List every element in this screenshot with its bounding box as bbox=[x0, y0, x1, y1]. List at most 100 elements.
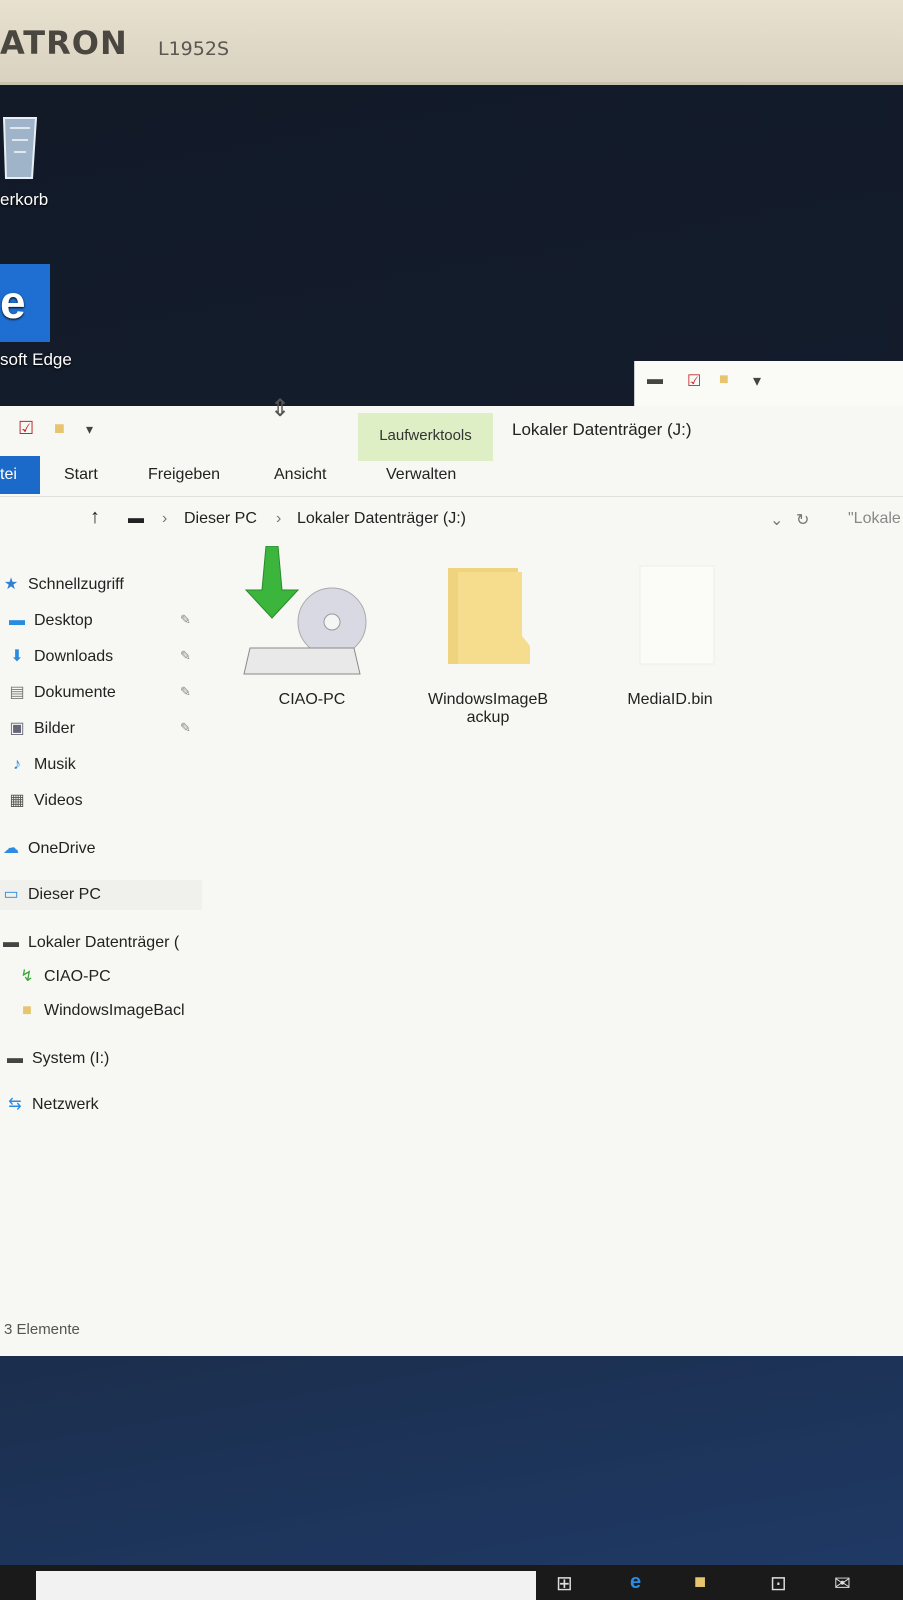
edge-label[interactable]: soft Edge bbox=[0, 350, 72, 370]
backup-icon: ↯ bbox=[20, 968, 34, 985]
music-icon: ♪ bbox=[13, 756, 21, 773]
file-icon bbox=[639, 565, 715, 665]
taskbar: ⊞ e ■ ⊡ ✉ bbox=[0, 1565, 903, 1600]
new-folder-icon[interactable]: ■ bbox=[54, 418, 65, 439]
computer-icon: ▭ bbox=[3, 886, 19, 903]
pin-icon[interactable]: ✎ bbox=[180, 648, 191, 664]
monitor-bezel: ATRON L1952S bbox=[0, 0, 903, 85]
nav-item-system[interactable]: ▬ System (I:) bbox=[4, 1044, 109, 1074]
tab-laufwerktools[interactable]: Laufwerktools bbox=[358, 413, 493, 461]
ribbon-tabs: tei Start Freigeben Ansicht Verwalten bbox=[0, 456, 903, 497]
explorer-taskbar-icon[interactable]: ■ bbox=[694, 1571, 706, 1594]
drive-icon: ▬ bbox=[3, 934, 19, 951]
nav-label: Netzwerk bbox=[32, 1096, 99, 1113]
nav-item-dokumente[interactable]: ▤ Dokumente bbox=[6, 678, 116, 708]
status-bar: 3 Elemente bbox=[4, 1321, 80, 1338]
recycle-bin-icon[interactable] bbox=[0, 108, 40, 180]
file-name: CIAO-PC bbox=[278, 691, 346, 708]
edge-taskbar-icon[interactable]: e bbox=[630, 1571, 641, 1594]
nav-label: Videos bbox=[34, 792, 83, 809]
file-name: MediaID.bin bbox=[627, 691, 713, 708]
taskbar-search-box[interactable] bbox=[36, 1571, 536, 1600]
nav-label: Desktop bbox=[34, 612, 93, 629]
chevron-right-icon[interactable]: › bbox=[276, 510, 281, 528]
desktop-icon: ▬ bbox=[9, 612, 25, 629]
folder-icon[interactable]: ■ bbox=[719, 371, 729, 389]
up-arrow-icon[interactable]: ↑ bbox=[90, 506, 100, 529]
nav-label: CIAO-PC bbox=[44, 968, 111, 985]
nav-item-dieser-pc[interactable]: ▭ Dieser PC bbox=[0, 880, 202, 910]
nav-label: OneDrive bbox=[28, 840, 96, 857]
nav-label: WindowsImageBacl bbox=[44, 1002, 185, 1019]
tab-ansicht[interactable]: Ansicht bbox=[274, 456, 326, 494]
resize-cursor-icon: ⇕ bbox=[270, 395, 291, 422]
nav-item-ciao-pc[interactable]: ↯ CIAO-PC bbox=[16, 962, 111, 992]
task-view-icon[interactable]: ⊞ bbox=[556, 1571, 573, 1596]
tab-verwalten[interactable]: Verwalten bbox=[386, 456, 456, 494]
navigation-pane: ★ Schnellzugriff ▬ Desktop ✎ ⬇ Downloads ✎ … bbox=[0, 556, 210, 1336]
monitor-brand: ATRON bbox=[0, 24, 128, 62]
nav-label: System (I:) bbox=[32, 1050, 110, 1067]
drive-icon: ▬ bbox=[128, 510, 144, 527]
monitor-model: L1952S bbox=[158, 38, 229, 60]
nav-label: Lokaler Datenträger ( bbox=[28, 934, 180, 951]
nav-item-schnellzugriff[interactable]: ★ Schnellzugriff bbox=[0, 570, 124, 600]
tab-file[interactable]: tei bbox=[0, 456, 40, 494]
chevron-down-icon[interactable]: ⌄ bbox=[770, 510, 783, 530]
nav-item-windowsimagebackup[interactable]: ■ WindowsImageBacl bbox=[16, 996, 185, 1026]
drive-icon: ▬ bbox=[647, 371, 663, 388]
drive-icon: ▬ bbox=[7, 1050, 23, 1067]
title-bar: ☑ ■ ▾ ⇕ Laufwerktools Lokaler Datenträge… bbox=[0, 395, 903, 461]
edge-icon[interactable]: e bbox=[0, 264, 50, 342]
tab-start[interactable]: Start bbox=[64, 456, 98, 494]
picture-icon: ▣ bbox=[9, 720, 25, 737]
pin-icon[interactable]: ✎ bbox=[180, 612, 191, 628]
pin-icon[interactable]: ✎ bbox=[180, 720, 191, 736]
background-explorer-window[interactable]: ▬ ☑ ■ ▾ bbox=[634, 361, 903, 406]
window-title: Lokaler Datenträger (J:) bbox=[512, 420, 692, 439]
breadcrumb-drive[interactable]: Lokaler Datenträger (J:) bbox=[297, 510, 466, 528]
backup-drive-icon bbox=[243, 545, 367, 675]
nav-item-bilder[interactable]: ▣ Bilder bbox=[6, 714, 75, 744]
nav-label: Musik bbox=[34, 756, 76, 773]
nav-label: Downloads bbox=[34, 648, 114, 665]
nav-item-downloads[interactable]: ⬇ Downloads bbox=[6, 642, 113, 672]
folder-icon bbox=[448, 568, 530, 664]
file-list: CIAO-PC WindowsImageB ackup MediaID.bin bbox=[220, 545, 903, 1326]
cloud-icon: ☁ bbox=[3, 840, 19, 857]
document-icon: ▤ bbox=[9, 684, 25, 701]
nav-item-desktop[interactable]: ▬ Desktop bbox=[6, 606, 93, 636]
file-item-windowsimagebackup[interactable]: WindowsImageB ackup bbox=[418, 546, 558, 727]
file-name: WindowsImageB ackup bbox=[427, 691, 549, 726]
refresh-icon[interactable]: ↻ bbox=[796, 510, 809, 530]
nav-label: Bilder bbox=[34, 720, 75, 737]
address-bar: ↑ ▬ › Dieser PC › Lokaler Datenträger (J… bbox=[0, 498, 903, 540]
recycle-bin-label[interactable]: erkorb bbox=[0, 190, 48, 210]
properties-icon[interactable]: ☑ bbox=[18, 418, 34, 439]
properties-icon[interactable]: ☑ bbox=[687, 371, 701, 391]
file-item-mediaid-bin[interactable]: MediaID.bin bbox=[600, 546, 740, 709]
chevron-down-icon[interactable]: ▾ bbox=[753, 371, 761, 391]
breadcrumb-dieser-pc[interactable]: Dieser PC bbox=[184, 510, 257, 528]
folder-icon: ■ bbox=[22, 1002, 32, 1019]
chevron-down-icon[interactable]: ▾ bbox=[86, 421, 93, 438]
store-icon[interactable]: ⊡ bbox=[770, 1571, 787, 1596]
mail-icon[interactable]: ✉ bbox=[834, 1571, 851, 1596]
pin-icon[interactable]: ✎ bbox=[180, 684, 191, 700]
nav-item-netzwerk[interactable]: ⇆ Netzwerk bbox=[4, 1090, 99, 1120]
tab-freigeben[interactable]: Freigeben bbox=[148, 456, 220, 494]
nav-item-onedrive[interactable]: ☁ OneDrive bbox=[0, 834, 96, 864]
nav-label: Dokumente bbox=[34, 684, 116, 701]
explorer-window: ☑ ■ ▾ ⇕ Laufwerktools Lokaler Datenträge… bbox=[0, 395, 903, 1356]
network-icon: ⇆ bbox=[8, 1096, 22, 1113]
nav-item-musik[interactable]: ♪ Musik bbox=[6, 750, 76, 780]
nav-item-videos[interactable]: ▦ Videos bbox=[6, 786, 83, 816]
search-input[interactable]: "Lokale bbox=[848, 510, 901, 528]
chevron-right-icon[interactable]: › bbox=[162, 510, 167, 528]
nav-label: Dieser PC bbox=[28, 886, 101, 903]
star-icon: ★ bbox=[3, 576, 19, 593]
nav-label: Schnellzugriff bbox=[28, 576, 124, 593]
file-item-ciao-pc[interactable]: CIAO-PC bbox=[242, 545, 382, 709]
download-icon: ⬇ bbox=[10, 648, 24, 665]
nav-item-lokaler-datentraeger[interactable]: ▬ Lokaler Datenträger ( bbox=[0, 928, 179, 958]
